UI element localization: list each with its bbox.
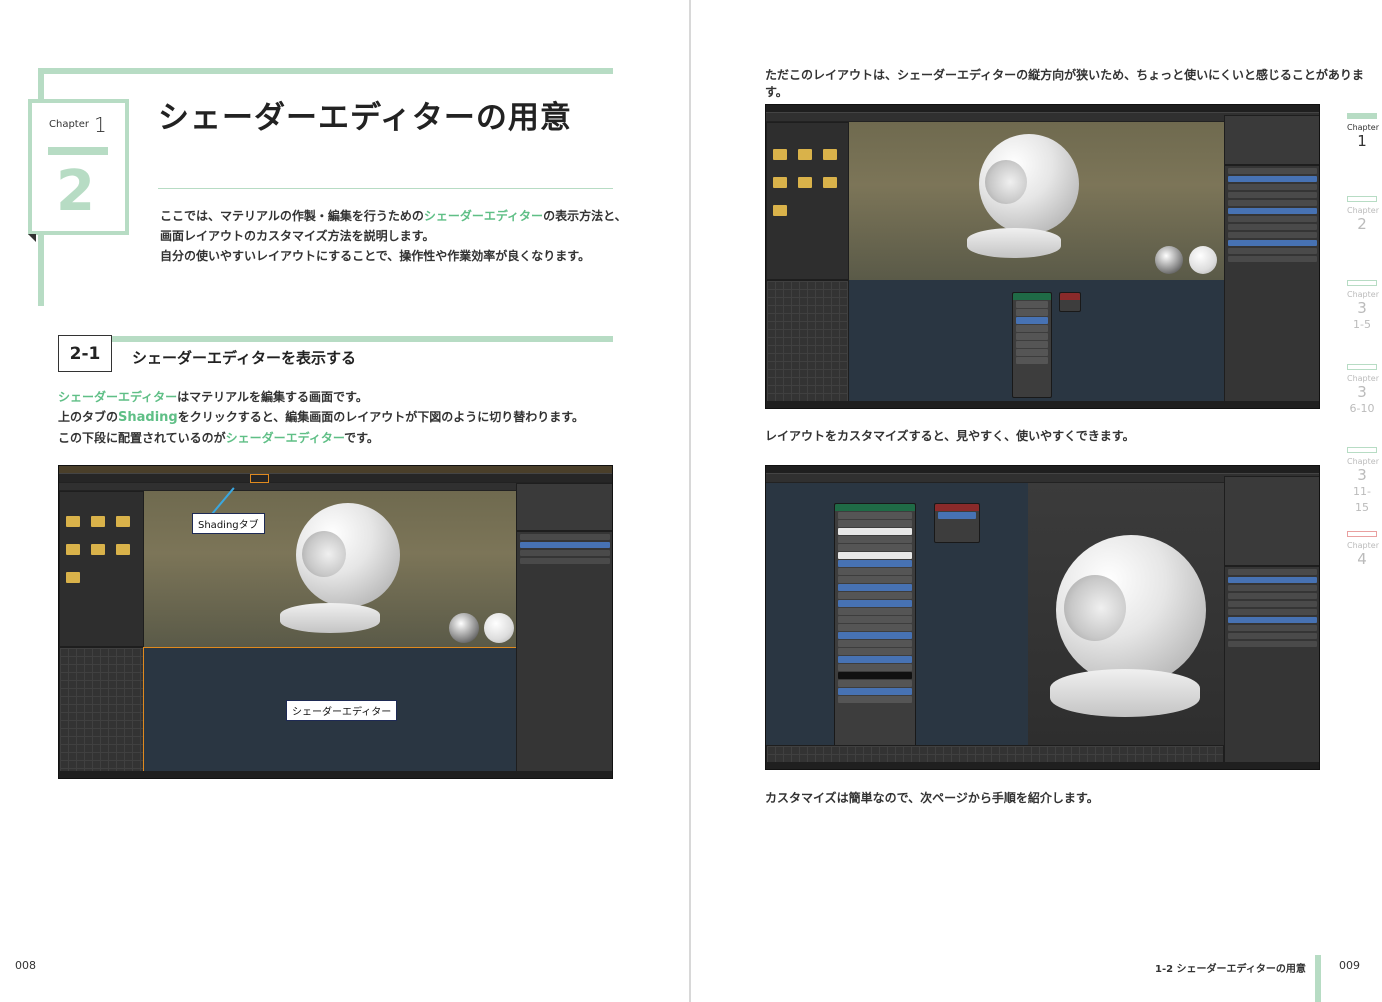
- running-head: 1-2 シェーダーエディターの用意: [1155, 964, 1306, 975]
- intro-text: ここでは、マテリアルの作製・編集を行うためのシェーダーエディターの表示方法と、 …: [160, 206, 627, 266]
- material-ball-hole: [302, 531, 346, 577]
- screenshot-title-bar: [59, 466, 612, 474]
- section-big-number: 2: [56, 159, 95, 224]
- section-number-box: 2-1: [58, 335, 112, 372]
- screenshot-properties: [1224, 165, 1319, 403]
- page-number-right: 009: [1339, 959, 1360, 972]
- screenshot-viewport: [1028, 483, 1224, 745]
- right-text-2: レイアウトをカスタマイズすると、見やすく、使いやすくできます。: [765, 429, 1135, 443]
- chapter-box: Chapter 1 2: [28, 99, 129, 235]
- page-title: シェーダーエディターの用意: [158, 100, 572, 136]
- intro-highlight: シェーダーエディター: [423, 209, 544, 223]
- intro-line1-pre: ここでは、マテリアルの作製・編集を行うための: [160, 209, 424, 223]
- side-index-item[interactable]: Chapter 3 1-5: [1347, 280, 1379, 333]
- screenshot-image-editor: [766, 280, 849, 403]
- side-index-item[interactable]: Chapter 3 6-10: [1347, 364, 1379, 417]
- diffuse-ball: [1189, 246, 1217, 274]
- folder-icon: [66, 572, 80, 583]
- material-output-node: [1059, 292, 1081, 312]
- right-text-1: ただこのレイアウトは、シェーダーエディターの縦方向が狭いため、ちょっと使いにくい…: [765, 68, 1364, 99]
- material-ball-hole: [985, 160, 1027, 204]
- blender-screenshot-custom-layout: [765, 465, 1320, 770]
- screenshot-status-bar: [766, 401, 1319, 408]
- chapter-number: 1: [94, 113, 107, 137]
- screenshot-status-bar: [766, 762, 1319, 769]
- chrome-ball: [1155, 246, 1183, 274]
- page-number-left: 008: [15, 959, 36, 972]
- screenshot-shader-editor: [766, 483, 1028, 748]
- screenshot-properties: [516, 531, 612, 773]
- material-ball: [979, 134, 1079, 234]
- body-line3-pre: この下段に配置されているのが: [58, 431, 226, 445]
- folder-icon: [116, 516, 130, 527]
- section-rule: [112, 336, 613, 342]
- folder-icon: [773, 149, 787, 160]
- pedestal: [1050, 669, 1200, 717]
- body-line2-post: をクリックすると、編集画面のレイアウトが下図のように切り替わります。: [177, 410, 585, 424]
- folder-icon: [798, 177, 812, 188]
- left-page: Chapter 1 2 シェーダーエディターの用意 ここでは、マテリアルの作製・…: [0, 0, 690, 1002]
- material-ball: [1056, 535, 1206, 685]
- intro-line1-post: の表示方法と、: [543, 209, 627, 223]
- body-highlight-shading: Shading: [118, 410, 178, 425]
- body-highlight-3: シェーダーエディター: [225, 431, 345, 445]
- folder-icon: [823, 177, 837, 188]
- side-index-item[interactable]: Chapter 1: [1347, 113, 1379, 150]
- intro-line3: 自分の使いやすいレイアウトにすることで、操作性や作業効率が良くなります。: [160, 249, 591, 263]
- material-ball-hole: [1064, 575, 1126, 641]
- material-ball: [296, 503, 400, 607]
- screenshot-outliner: [1224, 476, 1319, 566]
- screenshot-outliner: [516, 483, 612, 531]
- body-highlight-1: シェーダーエディター: [58, 390, 178, 404]
- side-index-item[interactable]: Chapter 4: [1347, 531, 1379, 568]
- screenshot-menu-bar: [59, 474, 612, 483]
- side-index-item[interactable]: Chapter 3 11-15: [1347, 447, 1379, 516]
- folder-icon: [798, 149, 812, 160]
- material-output-node: [934, 503, 980, 543]
- screenshot-viewport: [849, 122, 1224, 280]
- diffuse-ball: [484, 613, 514, 643]
- pedestal: [280, 603, 380, 633]
- screenshot-title-bar: [766, 105, 1319, 113]
- chapter-box-bar: [48, 147, 108, 155]
- folder-icon: [773, 177, 787, 188]
- principled-bsdf-node: [834, 503, 916, 748]
- screenshot-image-editor: [59, 647, 144, 773]
- body-line3-post: です。: [344, 431, 379, 445]
- side-index-item[interactable]: Chapter 2: [1347, 196, 1379, 233]
- folder-icon: [66, 544, 80, 555]
- screenshot-file-browser: [766, 122, 849, 280]
- folder-icon: [91, 544, 105, 555]
- shading-tab-highlight: [250, 474, 269, 483]
- folder-icon: [116, 544, 130, 555]
- blender-screenshot-shading: [58, 465, 613, 779]
- callout-shader-editor: シェーダーエディター: [286, 700, 398, 721]
- chrome-ball: [449, 613, 479, 643]
- body-line1: はマテリアルを編集する画面です。: [177, 390, 368, 404]
- section-body: シェーダーエディターはマテリアルを編集する画面です。 上のタブのShadingを…: [58, 387, 584, 448]
- folder-icon: [91, 516, 105, 527]
- title-rule: [158, 188, 613, 189]
- section-title: シェーダーエディターを表示する: [132, 349, 356, 367]
- screenshot-status-bar: [59, 771, 612, 778]
- folder-icon: [773, 205, 787, 216]
- chapter-box-corner: [28, 234, 36, 242]
- screenshot-shader-editor: [849, 280, 1224, 403]
- screenshot-file-browser: [59, 491, 144, 647]
- chapter-deco-top: [38, 68, 613, 74]
- intro-line2: 画面レイアウトのカスタマイズ方法を説明します。: [160, 229, 435, 243]
- right-text-3: カスタマイズは簡単なので、次ページから手順を紹介します。: [765, 791, 1099, 805]
- screenshot-properties: [1224, 566, 1319, 764]
- body-line2-pre: 上のタブの: [58, 410, 119, 424]
- screenshot-outliner: [1224, 115, 1319, 165]
- chapter-label: Chapter: [49, 119, 89, 130]
- running-head-bar: [1315, 955, 1321, 1002]
- blender-screenshot-default-layout: [765, 104, 1320, 409]
- screenshot-title-bar: [766, 466, 1319, 474]
- folder-icon: [823, 149, 837, 160]
- pedestal: [967, 228, 1061, 258]
- callout-shading-tab: Shadingタブ: [192, 513, 265, 534]
- folder-icon: [66, 516, 80, 527]
- principled-bsdf-node: [1012, 292, 1052, 398]
